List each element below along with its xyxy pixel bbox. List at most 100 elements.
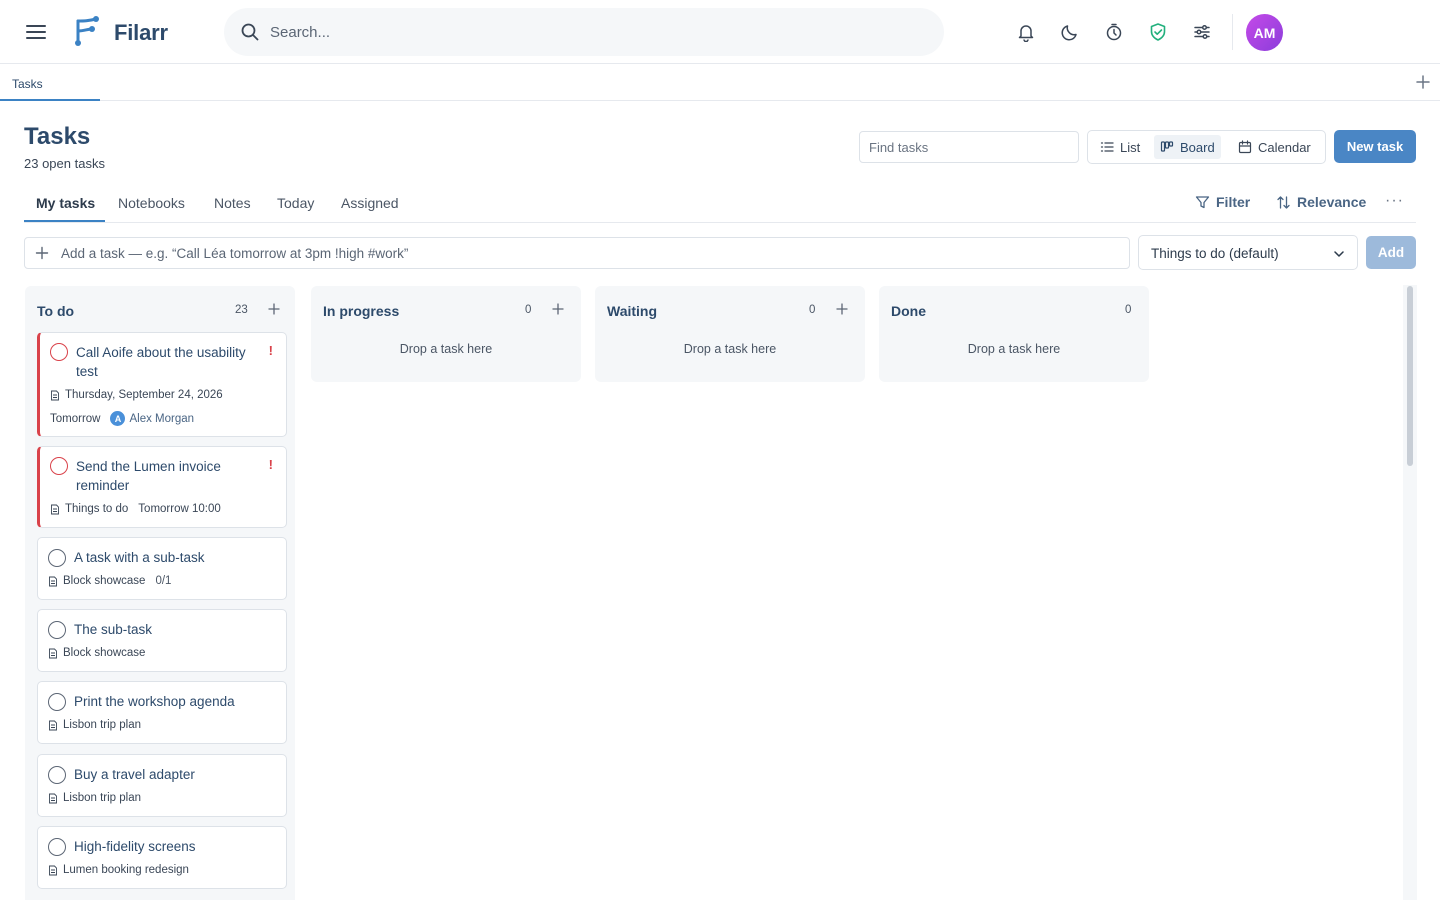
task-list: Block showcase xyxy=(48,647,145,659)
column-done[interactable]: Done 0 Drop a task here xyxy=(879,286,1149,382)
task-card[interactable]: Buy a travel adapter Lisbon trip plan xyxy=(37,754,287,817)
menu-icon[interactable] xyxy=(24,20,48,44)
view-switcher: List Board Calendar xyxy=(1087,130,1326,164)
task-title: Send the Lumen invoice reminder xyxy=(76,459,221,493)
task-checkbox[interactable] xyxy=(48,766,66,784)
task-card[interactable]: Print the workshop agenda Lisbon trip pl… xyxy=(37,681,287,744)
more-options-icon[interactable]: ··· xyxy=(1385,192,1404,210)
doc-tab-tasks[interactable]: Tasks xyxy=(0,65,100,101)
task-checkbox[interactable] xyxy=(48,838,66,856)
task-due: Tomorrow xyxy=(50,412,101,425)
page-title: Tasks xyxy=(24,123,91,150)
column-title: To do xyxy=(37,303,75,319)
task-card[interactable]: The sub-task Block showcase xyxy=(37,609,287,672)
filter-label: Filter xyxy=(1216,194,1251,210)
note-icon xyxy=(49,648,57,658)
column-title: Done xyxy=(891,303,926,319)
task-title: Buy a travel adapter xyxy=(74,767,195,782)
task-card[interactable]: A task with a sub-task Block showcase 0/… xyxy=(37,537,287,600)
add-button[interactable]: Add xyxy=(1366,236,1416,269)
note-icon xyxy=(49,793,57,803)
task-card[interactable]: Send the Lumen invoice reminder ! Things… xyxy=(37,446,287,528)
task-card[interactable]: High-fidelity screens Lumen booking rede… xyxy=(37,826,287,889)
toolbar-divider xyxy=(1232,14,1233,50)
new-task-button[interactable]: New task xyxy=(1334,130,1416,163)
sort-label: Relevance xyxy=(1297,194,1367,210)
quick-add-input[interactable] xyxy=(61,238,1111,268)
view-board-label: Board xyxy=(1180,139,1215,155)
task-meta-row: Block showcase 0/1 xyxy=(48,575,171,587)
list-select[interactable]: Things to do (default) xyxy=(1138,235,1358,270)
column-in-progress[interactable]: In progress 0 Drop a task here xyxy=(311,286,581,382)
app-name[interactable]: Filarr xyxy=(114,20,168,46)
task-checkbox[interactable] xyxy=(48,621,66,639)
open-tasks-count: 23 open tasks xyxy=(24,156,105,171)
column-title: Waiting xyxy=(607,303,658,319)
logo-icon[interactable] xyxy=(70,15,102,49)
task-list: Lisbon trip plan xyxy=(48,792,141,804)
task-title: Call Aoife about the usability test xyxy=(76,345,246,379)
task-list-name: Block showcase xyxy=(63,575,146,587)
column-add-plus-icon[interactable] xyxy=(835,302,849,316)
column-count: 0 xyxy=(525,304,532,316)
task-card[interactable]: Call Aoife about the usability test ! Th… xyxy=(37,332,287,437)
find-tasks-input[interactable] xyxy=(859,131,1079,163)
search-bar[interactable] xyxy=(224,8,944,56)
task-due: Tomorrow 10:00 xyxy=(138,503,221,515)
sliders-icon[interactable] xyxy=(1190,20,1214,44)
quick-add-bar[interactable] xyxy=(24,237,1130,269)
shield-check-icon[interactable] xyxy=(1146,20,1170,44)
task-title: High-fidelity screens xyxy=(74,839,196,854)
assignee-avatar: A xyxy=(110,411,126,426)
timer-icon[interactable] xyxy=(1102,20,1126,44)
task-checkbox[interactable] xyxy=(48,549,66,567)
view-calendar-button[interactable]: Calendar xyxy=(1232,135,1317,159)
column-add-plus-icon[interactable] xyxy=(551,302,565,316)
sort-button[interactable]: Relevance xyxy=(1276,194,1366,210)
task-title: Print the workshop agenda xyxy=(74,694,235,709)
search-input[interactable] xyxy=(270,8,870,56)
calendar-icon xyxy=(1238,140,1252,154)
note-icon xyxy=(49,576,57,586)
top-bar: Filarr AM xyxy=(0,0,1440,64)
task-list-name: Lisbon trip plan xyxy=(63,719,141,731)
note-icon xyxy=(51,390,59,400)
tab-my-tasks[interactable]: My tasks xyxy=(36,195,95,211)
tab-assigned[interactable]: Assigned xyxy=(341,195,399,211)
note-icon xyxy=(49,720,57,730)
moon-icon[interactable] xyxy=(1058,20,1082,44)
subtask-progress: 0/1 xyxy=(155,575,172,587)
note-icon xyxy=(49,865,57,875)
task-checkbox[interactable] xyxy=(50,343,68,361)
drop-zone-hint: Drop a task here xyxy=(683,342,777,356)
sort-icon xyxy=(1277,195,1290,209)
task-title: A task with a sub-task xyxy=(74,550,205,565)
task-checkbox[interactable] xyxy=(50,457,68,475)
tab-notes[interactable]: Notes xyxy=(214,195,251,211)
board-icon xyxy=(1160,141,1174,152)
column-to-do: To do 23 Call Aoife about the usability … xyxy=(25,286,295,900)
task-list-name: Lisbon trip plan xyxy=(63,792,141,804)
column-add-plus-icon[interactable] xyxy=(267,302,281,316)
task-meta-row: Things to do Tomorrow 10:00 xyxy=(50,503,221,515)
task-list: Block showcase xyxy=(48,575,145,587)
view-board-button[interactable]: Board xyxy=(1154,135,1221,159)
column-count: 23 xyxy=(235,304,248,316)
task-list: Lumen booking redesign xyxy=(48,864,189,876)
board-scrollbar-thumb[interactable] xyxy=(1407,286,1413,466)
user-avatar[interactable]: AM xyxy=(1246,14,1283,51)
task-title: The sub-task xyxy=(74,622,153,637)
tab-today[interactable]: Today xyxy=(277,195,314,211)
task-list: Things to do xyxy=(50,503,128,515)
filter-button[interactable]: Filter xyxy=(1195,194,1250,210)
column-waiting[interactable]: Waiting 0 Drop a task here xyxy=(595,286,865,382)
bell-icon[interactable] xyxy=(1014,20,1038,44)
new-tab-plus-icon[interactable] xyxy=(1414,73,1432,91)
task-list-name: Things to do xyxy=(65,503,129,515)
document-tabs: Tasks xyxy=(0,65,1440,101)
task-list: Lisbon trip plan xyxy=(48,719,141,731)
task-checkbox[interactable] xyxy=(48,693,66,711)
view-list-button[interactable]: List xyxy=(1094,135,1146,159)
search-icon xyxy=(241,23,259,41)
tab-notebooks[interactable]: Notebooks xyxy=(118,195,185,211)
